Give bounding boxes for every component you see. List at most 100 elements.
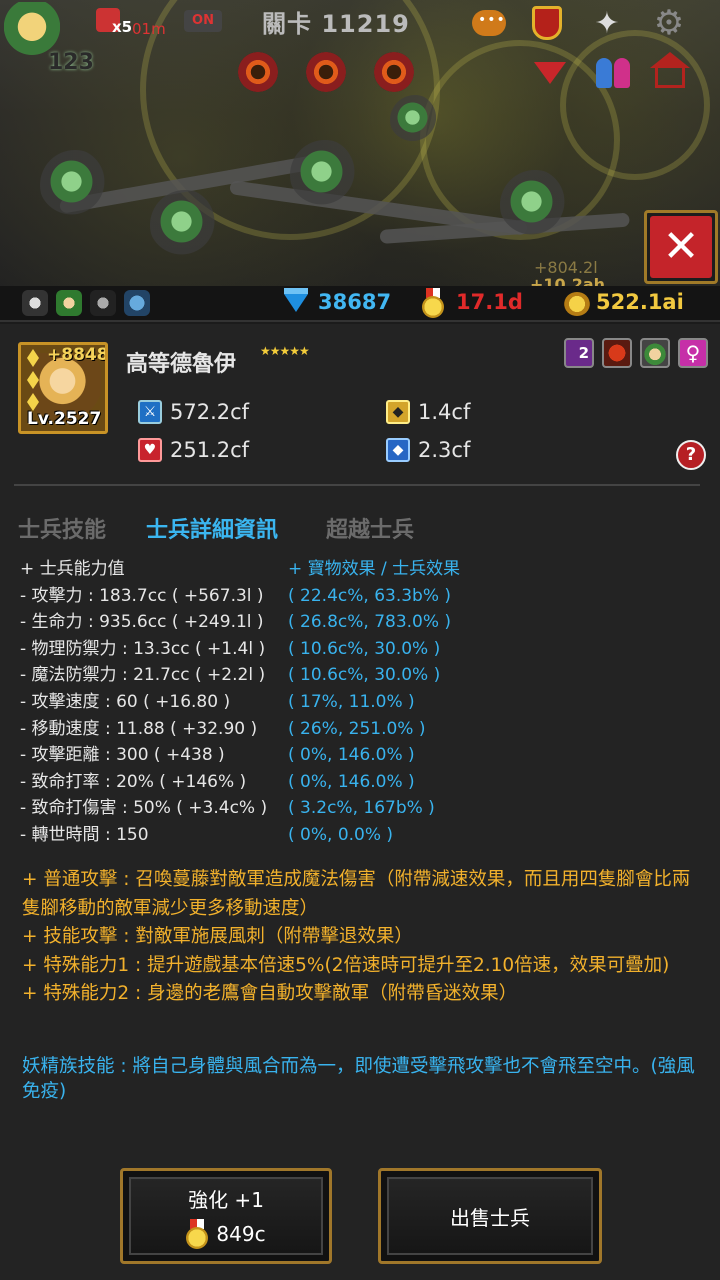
- close-icon: ✕: [650, 216, 712, 278]
- unit-mini-icon[interactable]: [90, 290, 116, 316]
- magic-shield-icon: ◆: [386, 438, 410, 462]
- gold-count: 522.1ai: [596, 290, 684, 314]
- unit-level: Lv.2527: [27, 409, 102, 429]
- gem-count: 38687: [318, 290, 392, 314]
- enemy-sprite: [390, 95, 440, 145]
- close-button[interactable]: ✕: [644, 210, 718, 284]
- sell-unit-button[interactable]: 出售士兵: [378, 1168, 602, 1264]
- help-button[interactable]: ?: [676, 440, 706, 470]
- attack-value: 572.2cf: [170, 400, 250, 424]
- stat-row: - 移動速度 : 11.88 ( +32.90 ) ( 26%, 251.0% ): [20, 716, 700, 743]
- unit-mini-icon[interactable]: [124, 290, 150, 316]
- stat-row: - 生命力 : 935.6cc ( +249.1l ) ( 26.8c%, 783…: [20, 609, 700, 636]
- female-icon: ♀: [678, 338, 708, 368]
- stage-label: 關卡 11219: [262, 10, 410, 38]
- stat-row-base: - 攻擊速度 : 60 ( +16.80 ): [20, 691, 231, 712]
- unit-info-panel: +8848 Lv.2527 高等德魯伊 ★★★★★ 2 ♀ ⚔ 572.2cf …: [0, 324, 720, 1280]
- auto-toggle[interactable]: ON: [184, 10, 222, 32]
- sell-button-face: 出售士兵: [387, 1177, 593, 1255]
- unit-mini-icon[interactable]: [56, 290, 82, 316]
- stat-row-base: - 攻擊力 : 183.7cc ( +567.3l ): [20, 585, 264, 606]
- party-icon[interactable]: [592, 54, 636, 92]
- normal-attack-description: + 普通攻擊 : 召喚蔓藤對敵軍造成魔法傷害（附帶減速效果，而且用四隻腳會比兩隻…: [22, 869, 691, 919]
- stat-row-base: - 移動速度 : 11.88 ( +32.90 ): [20, 718, 258, 739]
- stat-row: - 攻擊力 : 183.7cc ( +567.3l ) ( 22.4c%, 63.…: [20, 583, 700, 610]
- upgrade-cost: 849c: [186, 1218, 266, 1249]
- gear-icon[interactable]: ⚙: [650, 3, 688, 43]
- stat-row: - 致命打率 : 20% ( +146% ) ( 0%, 146.0% ): [20, 769, 700, 796]
- stat-row-bonus: ( 17%, 11.0% ): [288, 691, 415, 712]
- boss-orb-icon[interactable]: [374, 52, 414, 92]
- chat-icon[interactable]: [470, 4, 508, 42]
- stat-row-bonus: ( 0%, 146.0% ): [288, 745, 415, 766]
- stat-row-bonus: ( 26.8c%, 783.0% ): [288, 612, 452, 633]
- medal-icon: [186, 1218, 209, 1249]
- stat-row-bonus: ( 0%, 0.0% ): [288, 824, 394, 845]
- stat-row: - 攻擊速度 : 60 ( +16.80 ) ( 17%, 11.0% ): [20, 689, 700, 716]
- attack-stat: ⚔ 572.2cf: [138, 400, 249, 424]
- stat-row-base: - 生命力 : 935.6cc ( +249.1l ): [20, 612, 264, 633]
- medal-count: 17.1d: [456, 290, 523, 314]
- divider: [14, 484, 700, 486]
- boss-orb-icon[interactable]: [238, 52, 278, 92]
- upgrade-label: 強化 +1: [188, 1187, 264, 1212]
- stat-row: - 致命打傷害 : 50% ( +3.4c% ) ( 3.2c%, 167b% ): [20, 795, 700, 822]
- tab-transcend-unit[interactable]: 超越士兵: [326, 512, 414, 544]
- dropdown-arrow-icon[interactable]: [534, 62, 566, 84]
- stat-row-base: - 致命打率 : 20% ( +146% ): [20, 771, 247, 792]
- special-ability-2-description: + 特殊能力2 : 身邊的老鷹會自動攻擊敵軍（附帶昏迷效果）: [22, 983, 518, 1004]
- gem-slots: [23, 349, 43, 415]
- upgrade-button[interactable]: 強化 +1 849c: [120, 1168, 332, 1264]
- shield-icon: ◆: [386, 400, 410, 424]
- stats-header: + 士兵能力值 + 寶物效果 / 士兵效果: [20, 556, 700, 583]
- skill-attack-description: + 技能攻擊 : 對敵軍施展風刺（附帶擊退效果）: [22, 926, 413, 947]
- boss-orb-icon[interactable]: [306, 52, 346, 92]
- hero-level: 123: [48, 50, 94, 75]
- stat-row-base: - 物理防禦力 : 13.3cc ( +1.4l ): [20, 638, 266, 659]
- stats-header-left: + 士兵能力值: [20, 559, 125, 579]
- stat-row: - 魔法防禦力 : 21.7cc ( +2.2l ) ( 10.6c%, 30.0…: [20, 662, 700, 689]
- guild-icon[interactable]: [528, 4, 566, 42]
- magic-defense-value: 2.3cf: [418, 438, 471, 462]
- enemy-sprite: [290, 140, 360, 210]
- enemy-sprite: [500, 170, 570, 240]
- shop-icon[interactable]: [650, 52, 690, 92]
- stat-row-bonus: ( 26%, 251.0% ): [288, 718, 426, 739]
- fairy-race-skill: 妖精族技能 : 將自己身體與風合而為一，即使遭受擊飛攻擊也不會飛至空中。(強風免…: [22, 1056, 695, 1102]
- stat-row: - 攻擊距離 : 300 ( +438 ) ( 0%, 146.0% ): [20, 742, 700, 769]
- physical-defense-stat: ◆ 1.4cf: [386, 400, 470, 424]
- fairy-race-icon: [640, 338, 670, 368]
- stat-row-bonus: ( 0%, 146.0% ): [288, 771, 415, 792]
- unit-mini-icon[interactable]: [22, 290, 48, 316]
- battlefield-view: 123 x5 01m ON 關卡 11219 ✦ ⚙ +804.2l +10.2…: [0, 0, 720, 286]
- physical-defense-value: 1.4cf: [418, 400, 471, 424]
- stat-row-base: - 攻擊距離 : 300 ( +438 ): [20, 745, 225, 766]
- stat-row-base: - 轉世時間 : 150: [20, 824, 149, 845]
- hp-value: 251.2cf: [170, 438, 250, 462]
- stat-row-bonus: ( 10.6c%, 30.0% ): [288, 665, 441, 686]
- stat-row-bonus: ( 10.6c%, 30.0% ): [288, 638, 441, 659]
- element-icon: [602, 338, 632, 368]
- stats-header-right: + 寶物效果 / 士兵效果: [288, 559, 461, 579]
- stat-row-base: - 魔法防禦力 : 21.7cc ( +2.2l ): [20, 665, 266, 686]
- sell-label: 出售士兵: [450, 1205, 530, 1230]
- speed-multiplier: x5: [112, 18, 133, 36]
- heart-icon: ♥: [138, 438, 162, 462]
- stat-row: - 轉世時間 : 150 ( 0%, 0.0% ): [20, 822, 700, 849]
- diamond-icon: [284, 288, 308, 312]
- ability-descriptions: + 普通攻擊 : 召喚蔓藤對敵軍造成魔法傷害（附帶減速效果，而且用四隻腳會比兩隻…: [22, 866, 702, 1009]
- tab-unit-details[interactable]: 士兵詳細資訊: [146, 512, 278, 544]
- tab-unit-skills[interactable]: 士兵技能: [18, 512, 106, 544]
- upgrade-cost-value: 849c: [216, 1221, 266, 1246]
- enemy-sprite: [40, 150, 110, 220]
- rank-badge: 2: [564, 338, 594, 368]
- unit-portrait: +8848 Lv.2527: [18, 342, 108, 434]
- stat-row-bonus: ( 3.2c%, 167b% ): [288, 798, 435, 819]
- enhance-level: +8848: [47, 345, 108, 365]
- magic-defense-stat: ◆ 2.3cf: [386, 438, 470, 462]
- upgrade-button-face: 強化 +1 849c: [129, 1177, 323, 1255]
- angel-icon[interactable]: ✦: [588, 4, 626, 42]
- star-rating: ★★★★★: [260, 344, 310, 358]
- attack-icon: ⚔: [138, 400, 162, 424]
- stat-row-base: - 致命打傷害 : 50% ( +3.4c% ): [20, 798, 268, 819]
